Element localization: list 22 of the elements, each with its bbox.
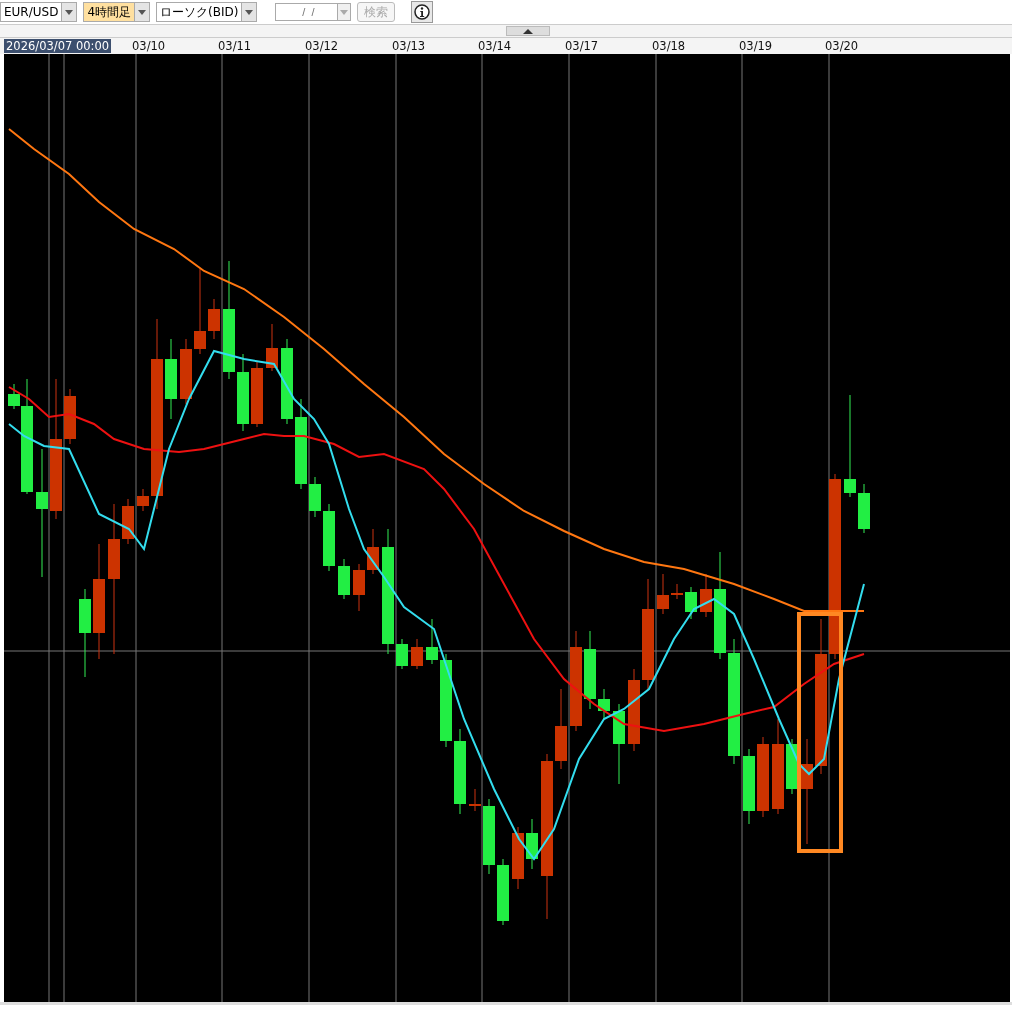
caret-icon xyxy=(245,9,254,15)
up-triangle-icon xyxy=(523,28,533,34)
info-icon xyxy=(414,4,431,20)
caret-icon xyxy=(138,9,147,15)
date-label: 03/14 xyxy=(477,39,513,53)
date-label: 03/11 xyxy=(217,39,253,53)
caret-icon xyxy=(340,9,349,15)
date-label: 03/17 xyxy=(564,39,600,53)
date-label: 03/10 xyxy=(131,39,167,53)
date-label: 03/12 xyxy=(304,39,340,53)
date-label: 03/18 xyxy=(651,39,687,53)
symbol-dropdown[interactable]: EUR/USD xyxy=(0,2,78,22)
collapse-handle[interactable] xyxy=(506,26,550,36)
date-field[interactable]: / / xyxy=(275,3,338,21)
date-label: 03/13 xyxy=(391,39,427,53)
period-dropdown[interactable]: 4時間足 xyxy=(83,2,151,22)
date-label: 03/19 xyxy=(738,39,774,53)
caret-icon xyxy=(65,9,74,15)
info-button[interactable] xyxy=(411,1,434,23)
chart-type-dropdown[interactable]: ローソク(BID) xyxy=(156,2,258,22)
date-label: 03/20 xyxy=(824,39,860,53)
date-label: 2026/03/07 00:00 xyxy=(4,39,112,53)
